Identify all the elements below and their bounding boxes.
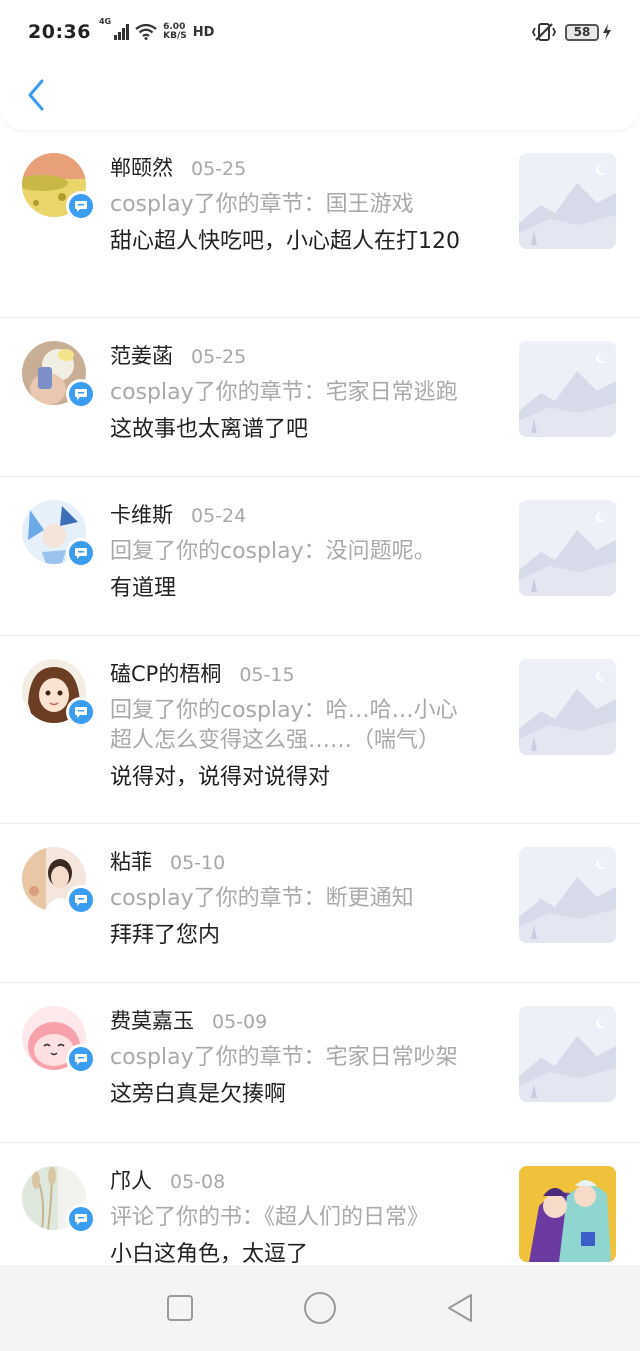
message-date: 05-08 [170, 1171, 226, 1193]
recent-apps-button[interactable] [150, 1278, 210, 1338]
action-text[interactable]: cosplay了你的章节：国王游戏 [110, 190, 500, 220]
status-bar: 20:36 4G 6.00 KB/S HD 58 [0, 0, 640, 64]
placeholder-mountain-thumbnail[interactable] [519, 659, 616, 755]
message-badge-icon [66, 379, 96, 409]
signal-icon [114, 24, 130, 40]
comment-text[interactable]: 甜心超人快吃吧，小心超人在打120 [110, 227, 500, 256]
message-badge-icon [66, 191, 96, 221]
avatar[interactable] [22, 500, 96, 574]
circle-icon [304, 1292, 336, 1324]
comment-text[interactable]: 这旁白真是欠揍啊 [110, 1080, 500, 1109]
action-text[interactable]: cosplay了你的章节：宅家日常逃跑 [110, 378, 500, 408]
list-item[interactable]: 郸颐然 05-25 cosplay了你的章节：国王游戏 甜心超人快吃吧，小心超人… [0, 130, 640, 318]
message-date: 05-15 [239, 664, 295, 686]
back-button[interactable] [20, 76, 52, 114]
message-date: 05-25 [191, 158, 247, 180]
system-nav-bar [0, 1265, 640, 1351]
action-text[interactable]: 回复了你的cosplay：哈…哈…小心超人怎么变得这么强……（喘气） [110, 696, 470, 756]
placeholder-mountain-thumbnail[interactable] [519, 847, 616, 943]
placeholder-mountain-thumbnail[interactable] [519, 153, 616, 249]
message-date: 05-24 [191, 505, 247, 527]
message-date: 05-10 [170, 852, 226, 874]
avatar[interactable] [22, 153, 96, 227]
user-name[interactable]: 邝人 [110, 1165, 152, 1195]
triangle-icon [448, 1294, 472, 1322]
chevron-left-icon [28, 79, 44, 111]
square-icon [167, 1295, 193, 1321]
comment-text[interactable]: 拜拜了您内 [110, 921, 500, 950]
message-badge-icon [66, 697, 96, 727]
user-name[interactable]: 卡维斯 [110, 499, 173, 529]
list-item[interactable]: 粘菲 05-10 cosplay了你的章节：断更通知 拜拜了您内 [0, 824, 640, 983]
user-name[interactable]: 费莫嘉玉 [110, 1005, 194, 1035]
message-date: 05-09 [212, 1011, 268, 1033]
user-name[interactable]: 磕CP的梧桐 [110, 658, 221, 688]
status-time: 20:36 [28, 21, 91, 43]
message-date: 05-25 [191, 346, 247, 368]
avatar[interactable] [22, 847, 96, 921]
battery-indicator: 58 [565, 23, 612, 41]
avatar[interactable] [22, 1166, 96, 1240]
user-name[interactable]: 郸颐然 [110, 152, 173, 182]
avatar[interactable] [22, 659, 96, 733]
action-text[interactable]: cosplay了你的章节：断更通知 [110, 884, 500, 914]
action-text[interactable]: cosplay了你的章节：宅家日常吵架 [110, 1043, 500, 1073]
system-back-button[interactable] [430, 1278, 490, 1338]
placeholder-mountain-thumbnail[interactable] [519, 341, 616, 437]
list-item[interactable]: 费莫嘉玉 05-09 cosplay了你的章节：宅家日常吵架 这旁白真是欠揍啊 [0, 983, 640, 1143]
placeholder-mountain-thumbnail[interactable] [519, 500, 616, 596]
book-cover-thumbnail[interactable] [519, 1166, 616, 1262]
list-item[interactable]: 范姜菡 05-25 cosplay了你的章节：宅家日常逃跑 这故事也太离谱了吧 [0, 318, 640, 477]
avatar[interactable] [22, 341, 96, 415]
avatar[interactable] [22, 1006, 96, 1080]
home-button[interactable] [290, 1278, 350, 1338]
net-speed: 6.00 KB/S [163, 23, 187, 41]
list-item[interactable]: 卡维斯 05-24 回复了你的cosplay：没问题呢。 有道理 [0, 477, 640, 636]
comment-text[interactable]: 说得对，说得对说得对 [110, 763, 500, 792]
comment-text[interactable]: 小白这角色，太逗了 [110, 1240, 500, 1265]
placeholder-mountain-thumbnail[interactable] [519, 1006, 616, 1102]
action-text[interactable]: 回复了你的cosplay：没问题呢。 [110, 537, 500, 567]
notification-list[interactable]: 郸颐然 05-25 cosplay了你的章节：国王游戏 甜心超人快吃吧，小心超人… [0, 130, 640, 1265]
hd-indicator: HD [192, 24, 215, 40]
message-badge-icon [66, 1044, 96, 1074]
battery-level: 58 [565, 23, 599, 41]
network-type: 4G [98, 17, 112, 26]
message-badge-icon [66, 538, 96, 568]
comment-text[interactable]: 这故事也太离谱了吧 [110, 415, 500, 444]
message-badge-icon [66, 1204, 96, 1234]
comment-text[interactable]: 有道理 [110, 574, 500, 603]
wifi-icon [135, 24, 157, 40]
action-text[interactable]: 评论了你的书：《超人们的日常》 [110, 1203, 500, 1233]
user-name[interactable]: 范姜菡 [110, 340, 173, 370]
charging-icon [603, 24, 611, 40]
vibrate-mute-icon [531, 23, 557, 41]
list-item[interactable]: 磕CP的梧桐 05-15 回复了你的cosplay：哈…哈…小心超人怎么变得这么… [0, 636, 640, 824]
list-item[interactable]: 邝人 05-08 评论了你的书：《超人们的日常》 小白这角色，太逗了 [0, 1143, 640, 1265]
user-name[interactable]: 粘菲 [110, 846, 152, 876]
net-speed-unit: KB/S [163, 31, 187, 41]
message-badge-icon [66, 885, 96, 915]
